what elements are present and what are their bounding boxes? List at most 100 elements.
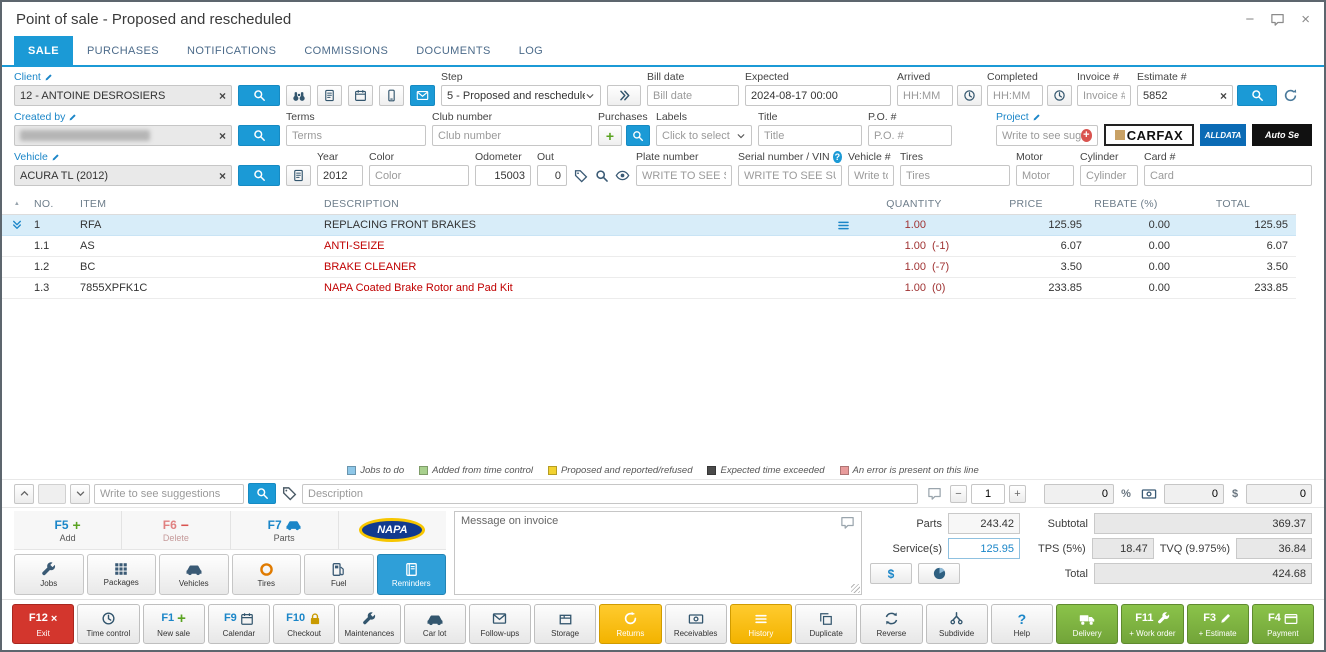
purchases-search-button[interactable]: [626, 125, 650, 146]
add-line-button[interactable]: F5+ Add: [14, 511, 122, 549]
tag-icon[interactable]: [280, 483, 298, 504]
completed-input[interactable]: [987, 85, 1043, 106]
storage-button[interactable]: Storage: [534, 604, 596, 644]
client-notes-button[interactable]: [317, 85, 342, 106]
alldata-logo[interactable]: ALLDATA: [1200, 124, 1246, 146]
autoserve-logo[interactable]: Auto Se: [1252, 124, 1312, 146]
history-button[interactable]: History: [730, 604, 792, 644]
vehicle-number-input[interactable]: [848, 165, 894, 186]
estimate-button[interactable]: F3 + Estimate: [1187, 604, 1249, 644]
table-row[interactable]: 1.1 AS ANTI-SEIZE 1.00 (-1) 6.07 0.00 6.…: [2, 236, 1296, 257]
client-search-button[interactable]: [238, 85, 280, 106]
description-input[interactable]: [302, 484, 918, 504]
step-select[interactable]: 5 - Proposed and rescheduled: [441, 85, 601, 106]
table-row[interactable]: 1 RFA REPLACING FRONT BRAKES 1.00 125.95…: [2, 215, 1296, 236]
vin-input[interactable]: [738, 165, 842, 186]
payment-button[interactable]: F4 Payment: [1252, 604, 1314, 644]
next-step-button[interactable]: [607, 85, 641, 106]
line-comment-icon[interactable]: [922, 483, 946, 504]
fuel-button[interactable]: Fuel: [304, 554, 374, 595]
currency-button[interactable]: $: [870, 563, 912, 584]
eye-icon[interactable]: [615, 165, 630, 186]
expected-input[interactable]: [745, 85, 891, 106]
line-total-input[interactable]: [1246, 484, 1312, 504]
qty-input[interactable]: [971, 484, 1005, 504]
delete-line-button[interactable]: F6− Delete: [122, 511, 230, 549]
invoice-input[interactable]: [1077, 85, 1131, 106]
price-input[interactable]: [1044, 484, 1114, 504]
labels-select[interactable]: Click to select: [656, 125, 752, 146]
refresh-icon[interactable]: [1281, 85, 1299, 106]
project-label[interactable]: Project: [996, 111, 1098, 123]
dollar-icon[interactable]: $: [1228, 488, 1242, 500]
tag-icon[interactable]: [573, 165, 588, 186]
completed-now-button[interactable]: [1047, 85, 1072, 106]
arrived-now-button[interactable]: [957, 85, 982, 106]
vehicle-notes-button[interactable]: [286, 165, 311, 186]
project-input[interactable]: [1002, 127, 1081, 144]
exit-button[interactable]: F12× Exit: [12, 604, 74, 644]
packages-button[interactable]: Packages: [87, 554, 157, 595]
tires-input[interactable]: [900, 165, 1010, 186]
inspect-icon[interactable]: [594, 165, 609, 186]
move-row-up-button[interactable]: [14, 484, 34, 504]
clear-estimate-icon[interactable]: ×: [1216, 90, 1227, 102]
work-order-button[interactable]: F11 + Work order: [1121, 604, 1183, 644]
terms-input[interactable]: [286, 125, 426, 146]
odometer-input[interactable]: [475, 165, 531, 186]
created-by-label[interactable]: Created by: [14, 111, 232, 123]
reminders-button[interactable]: Reminders: [377, 554, 447, 595]
year-input[interactable]: [317, 165, 363, 186]
message-chat-icon[interactable]: [840, 515, 855, 530]
tab-log[interactable]: LOG: [505, 36, 557, 65]
vehicle-label[interactable]: Vehicle: [14, 151, 232, 163]
tab-sale[interactable]: SALE: [14, 36, 73, 65]
client-appointments-button[interactable]: [348, 85, 373, 106]
follow-ups-button[interactable]: Follow-ups: [469, 604, 531, 644]
minimize-icon[interactable]: −: [1245, 12, 1254, 27]
tires-button[interactable]: Tires: [232, 554, 302, 595]
tab-purchases[interactable]: PURCHASES: [73, 36, 173, 65]
vehicles-button[interactable]: Vehicles: [159, 554, 229, 595]
client-field[interactable]: 12 - ANTOINE DESROSIERS×: [14, 85, 232, 106]
close-icon[interactable]: ×: [1301, 12, 1310, 27]
cost-icon[interactable]: [1138, 483, 1160, 504]
vehicle-search-button[interactable]: [238, 165, 280, 186]
motor-input[interactable]: [1016, 165, 1074, 186]
client-phone-button[interactable]: [379, 85, 404, 106]
profit-chart-button[interactable]: [918, 563, 960, 584]
table-row[interactable]: 1.2 BC BRAKE CLEANER 1.00 (-7) 3.50 0.00…: [2, 257, 1296, 278]
maintenances-button[interactable]: Maintenances: [338, 604, 400, 644]
invoice-message-textarea[interactable]: Message on invoice: [454, 511, 862, 595]
delivery-button[interactable]: Delivery: [1056, 604, 1118, 644]
percent-icon[interactable]: %: [1118, 488, 1134, 500]
sort-indicator-icon[interactable]: ▲: [14, 201, 20, 207]
item-search-button[interactable]: [248, 483, 276, 504]
table-row[interactable]: 1.3 7855XPFK1C NAPA Coated Brake Rotor a…: [2, 278, 1296, 299]
color-input[interactable]: [369, 165, 469, 186]
carfax-logo[interactable]: CARFAX: [1104, 124, 1194, 146]
tab-documents[interactable]: DOCUMENTS: [402, 36, 505, 65]
napa-catalog-button[interactable]: NAPA: [339, 511, 446, 549]
vehicle-field[interactable]: ACURA TL (2012)×: [14, 165, 232, 186]
subdivide-button[interactable]: Subdivide: [926, 604, 988, 644]
time-control-button[interactable]: Time control: [77, 604, 139, 644]
clear-client-icon[interactable]: ×: [215, 90, 226, 102]
calendar-button[interactable]: F9 Calendar: [208, 604, 270, 644]
qty-plus-button[interactable]: +: [1009, 485, 1026, 503]
jobs-button[interactable]: Jobs: [14, 554, 84, 595]
client-label[interactable]: Client: [14, 71, 232, 83]
arrived-input[interactable]: [897, 85, 953, 106]
help-button[interactable]: ? Help: [991, 604, 1053, 644]
plate-input[interactable]: [636, 165, 732, 186]
project-field[interactable]: +: [996, 125, 1098, 146]
title-input[interactable]: [758, 125, 862, 146]
reverse-button[interactable]: Reverse: [860, 604, 922, 644]
duplicate-button[interactable]: Duplicate: [795, 604, 857, 644]
resize-handle[interactable]: [851, 584, 860, 593]
parts-button[interactable]: F7 Parts: [231, 511, 339, 549]
item-code-input[interactable]: [94, 484, 244, 504]
add-project-icon[interactable]: +: [1081, 129, 1092, 142]
created-by-field[interactable]: ×: [14, 125, 232, 146]
vin-help-icon[interactable]: ?: [833, 151, 842, 163]
